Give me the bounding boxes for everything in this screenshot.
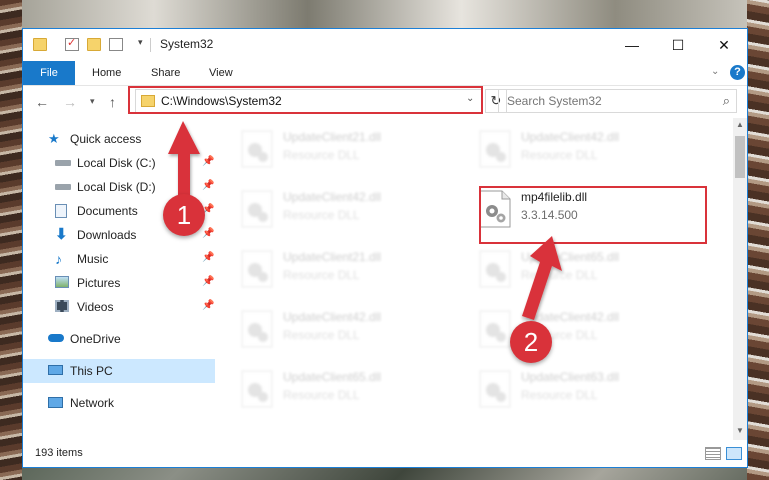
file-item[interactable]: UpdateClient65.dll Resource DLL: [241, 366, 471, 414]
minimize-button[interactable]: —: [609, 29, 655, 61]
recent-locations-chevron-icon[interactable]: ▾: [90, 96, 95, 107]
tab-home[interactable]: Home: [92, 61, 121, 85]
large-icons-view-icon[interactable]: [726, 447, 742, 460]
navigation-bar: ← → ▾ ↑ C:\Windows\System32 ⌄ ↻ ⌕: [23, 86, 747, 118]
up-arrow-icon[interactable]: ↑: [109, 94, 116, 110]
network-icon: [48, 397, 63, 408]
scroll-down-icon[interactable]: ▼: [733, 424, 747, 438]
back-arrow-icon[interactable]: ←: [35, 94, 49, 110]
search-box[interactable]: ⌕: [498, 89, 737, 113]
videos-icon: [55, 300, 69, 312]
close-button[interactable]: ✕: [701, 29, 747, 61]
documents-icon: [55, 204, 67, 218]
dll-file-icon: [479, 310, 511, 348]
scroll-thumb[interactable]: [735, 136, 745, 178]
file-highlight-box: [479, 186, 707, 244]
onedrive-icon: [48, 334, 64, 342]
file-item[interactable]: UpdateClient42.dll Resource DLL: [241, 306, 471, 354]
pin-icon[interactable]: 📌: [202, 180, 214, 191]
desktop-wallpaper-top: [0, 0, 769, 28]
title-separator: [150, 38, 151, 52]
downloads-icon: ⬇: [55, 226, 68, 243]
dll-file-icon: [241, 250, 273, 288]
customize-toolbar-chevron-icon[interactable]: ▾: [138, 37, 143, 48]
window-title: System32: [160, 37, 214, 51]
navigation-pane: ★ Quick access Local Disk (C:) Local Dis…: [23, 118, 215, 440]
search-icon[interactable]: ⌕: [723, 93, 730, 109]
tab-share[interactable]: Share: [151, 61, 180, 85]
pin-icon[interactable]: 📌: [202, 228, 214, 239]
file-list: UpdateClient21.dll Resource DLL UpdateCl…: [215, 118, 733, 440]
forward-arrow-icon[interactable]: →: [63, 94, 77, 110]
address-history-chevron-icon[interactable]: ⌄: [466, 93, 474, 104]
details-view-icon[interactable]: [705, 447, 721, 460]
step-marker-2: 2: [510, 321, 552, 363]
item-count: 193 items: [35, 447, 83, 459]
this-pc-icon: [48, 365, 63, 375]
desktop-wallpaper-left: [0, 0, 22, 480]
title-bar: ▾ System32 — ☐ ✕: [23, 29, 747, 61]
dll-file-icon: [479, 370, 511, 408]
status-bar: 193 items: [23, 440, 747, 467]
pictures-icon: [55, 276, 69, 288]
file-item[interactable]: UpdateClient21.dll Resource DLL: [241, 126, 471, 174]
maximize-button[interactable]: ☐: [655, 29, 701, 61]
dll-file-icon: [241, 370, 273, 408]
drive-icon: [55, 160, 71, 166]
address-bar[interactable]: C:\Windows\System32 ⌄: [135, 89, 483, 113]
file-item[interactable]: UpdateClient42.dll Resource DLL: [479, 126, 709, 174]
address-folder-icon: [141, 95, 155, 107]
dll-file-icon: [479, 130, 511, 168]
desktop-wallpaper-right: [747, 0, 769, 480]
address-path[interactable]: C:\Windows\System32: [161, 94, 282, 108]
properties-icon[interactable]: [65, 36, 79, 51]
pin-icon[interactable]: 📌: [202, 276, 214, 287]
star-icon: ★: [48, 131, 60, 146]
dll-file-icon: [241, 190, 273, 228]
dll-file-icon: [479, 250, 511, 288]
vertical-scrollbar[interactable]: ▲ ▼: [733, 118, 747, 440]
music-icon: ♪: [55, 251, 62, 267]
pin-icon[interactable]: 📌: [202, 300, 214, 311]
expand-ribbon-chevron-icon[interactable]: ⌄: [711, 66, 719, 77]
drive-icon: [55, 184, 71, 190]
ribbon-tabs: File Home Share View ⌄ ?: [23, 61, 747, 86]
dll-file-icon: [241, 130, 273, 168]
file-item[interactable]: UpdateClient63.dll Resource DLL: [479, 366, 709, 414]
search-input[interactable]: [505, 93, 709, 109]
tab-view[interactable]: View: [209, 61, 233, 85]
file-explorer-window: ▾ System32 — ☐ ✕ File Home Share View ⌄ …: [22, 28, 748, 468]
tab-file[interactable]: File: [23, 61, 75, 85]
scroll-up-icon[interactable]: ▲: [733, 118, 747, 132]
dll-file-icon: [241, 310, 273, 348]
step-marker-1: 1: [163, 194, 205, 236]
pin-icon[interactable]: 📌: [202, 156, 214, 167]
help-icon[interactable]: ?: [730, 65, 745, 80]
new-folder-icon[interactable]: [87, 38, 101, 51]
file-item[interactable]: UpdateClient42.dll Resource DLL: [241, 186, 471, 234]
file-item[interactable]: UpdateClient21.dll Resource DLL: [241, 246, 471, 294]
pin-icon[interactable]: 📌: [202, 252, 214, 263]
file-item[interactable]: UpdateClient65.dll Resource DLL: [479, 246, 709, 294]
view-options-icon[interactable]: [109, 38, 123, 51]
folder-icon: [33, 38, 47, 51]
